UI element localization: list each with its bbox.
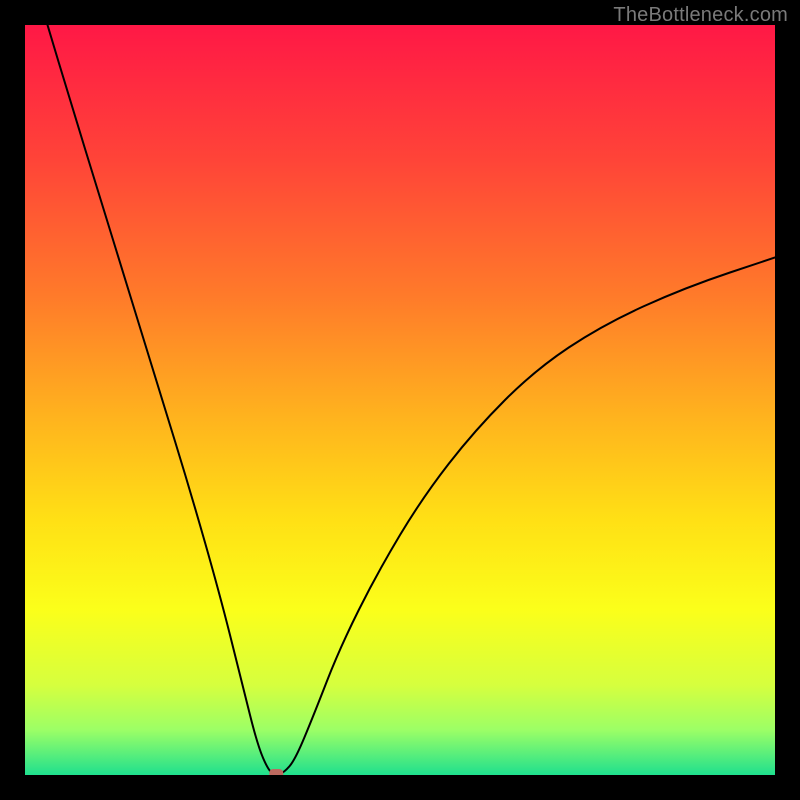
optimum-marker (269, 769, 283, 775)
chart-plot-area (25, 25, 775, 775)
chart-frame: TheBottleneck.com (0, 0, 800, 800)
watermark-label: TheBottleneck.com (613, 4, 788, 27)
chart-background (25, 25, 775, 775)
chart-svg (25, 25, 775, 775)
